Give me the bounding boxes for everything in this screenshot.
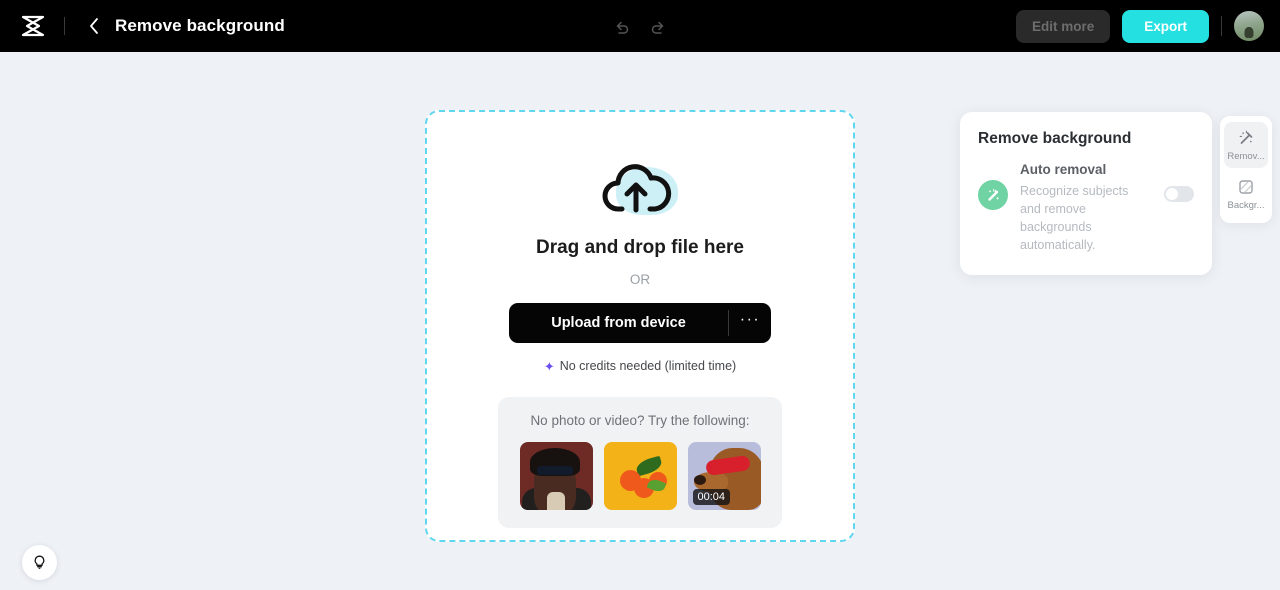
header-divider	[64, 17, 65, 35]
rail-item-background[interactable]: Backgr...	[1224, 171, 1268, 217]
sample-thumbnail-oranges[interactable]	[603, 442, 677, 510]
auto-removal-title: Auto removal	[1020, 162, 1107, 177]
redo-button[interactable]	[647, 15, 669, 37]
portrait-sunglasses	[536, 466, 573, 475]
avatar-divider	[1221, 16, 1222, 36]
lightbulb-icon	[34, 555, 45, 569]
redo-icon	[651, 21, 664, 34]
export-button[interactable]: Export	[1122, 9, 1209, 43]
help-button[interactable]	[22, 545, 57, 580]
file-dropzone[interactable]: Drag and drop file here OR Upload from d…	[425, 110, 855, 542]
sparkle-icon: ✦	[543, 358, 555, 374]
auto-removal-toggle[interactable]	[1164, 186, 1194, 202]
dropzone-title: Drag and drop file here	[536, 237, 744, 258]
top-bar: Remove background Edit more Export	[0, 0, 1280, 52]
magic-wand-glyph	[987, 188, 999, 201]
auto-removal-row: Auto removal Recognize subjects and remo…	[978, 162, 1194, 255]
capcut-logo-glyph	[21, 15, 45, 37]
top-bar-actions: Edit more Export	[1015, 9, 1264, 43]
rail-label-remove: Remov...	[1227, 151, 1265, 162]
upload-button-group: Upload from device ···	[509, 303, 771, 343]
panel-title: Remove background	[978, 130, 1132, 147]
undo-button[interactable]	[611, 15, 633, 37]
avatar[interactable]	[1234, 11, 1264, 41]
sample-thumbnail-portrait[interactable]	[519, 442, 593, 510]
auto-removal-description: Recognize subjects and remove background…	[1020, 184, 1129, 253]
credits-note: ✦ No credits needed (limited time)	[544, 359, 736, 373]
capcut-logo-icon[interactable]	[18, 11, 48, 41]
credits-label: No credits needed (limited time)	[559, 359, 737, 373]
rail-label-background: Backgr...	[1227, 200, 1265, 211]
video-duration-badge: 00:04	[692, 489, 731, 505]
chevron-left-icon	[90, 18, 98, 34]
magic-wand-icon	[1239, 130, 1253, 144]
sample-media-panel: No photo or video? Try the following: 00…	[498, 397, 782, 528]
sample-thumbnail-list: 00:04	[519, 442, 761, 510]
sample-thumbnail-dog-video[interactable]: 00:04	[687, 442, 761, 510]
canvas-area: Drag and drop file here OR Upload from d…	[0, 52, 1280, 590]
undo-icon	[616, 21, 629, 34]
upload-from-device-button[interactable]: Upload from device	[509, 303, 728, 343]
hatched-square-icon	[1239, 180, 1253, 194]
edit-more-button[interactable]: Edit more	[1015, 9, 1111, 43]
cloud-upload-icon	[602, 157, 678, 219]
back-button[interactable]	[83, 15, 105, 37]
sample-panel-label: No photo or video? Try the following:	[530, 413, 750, 428]
toggle-knob	[1166, 188, 1178, 200]
tool-rail: Remov... Backgr...	[1220, 116, 1272, 223]
history-controls	[611, 15, 669, 37]
or-separator-label: OR	[629, 272, 651, 287]
upload-more-options-button[interactable]: ···	[729, 303, 771, 343]
dog-nose	[693, 475, 706, 485]
magic-wand-icon	[978, 180, 1008, 210]
remove-background-panel: Remove background Auto removal Recognize…	[960, 112, 1212, 275]
cloud-upload-glyph	[602, 164, 672, 213]
rail-item-remove-background[interactable]: Remov...	[1224, 122, 1268, 168]
page-title: Remove background	[115, 16, 285, 35]
auto-removal-texts: Auto removal Recognize subjects and remo…	[1020, 162, 1152, 255]
portrait-shirt	[546, 492, 565, 510]
